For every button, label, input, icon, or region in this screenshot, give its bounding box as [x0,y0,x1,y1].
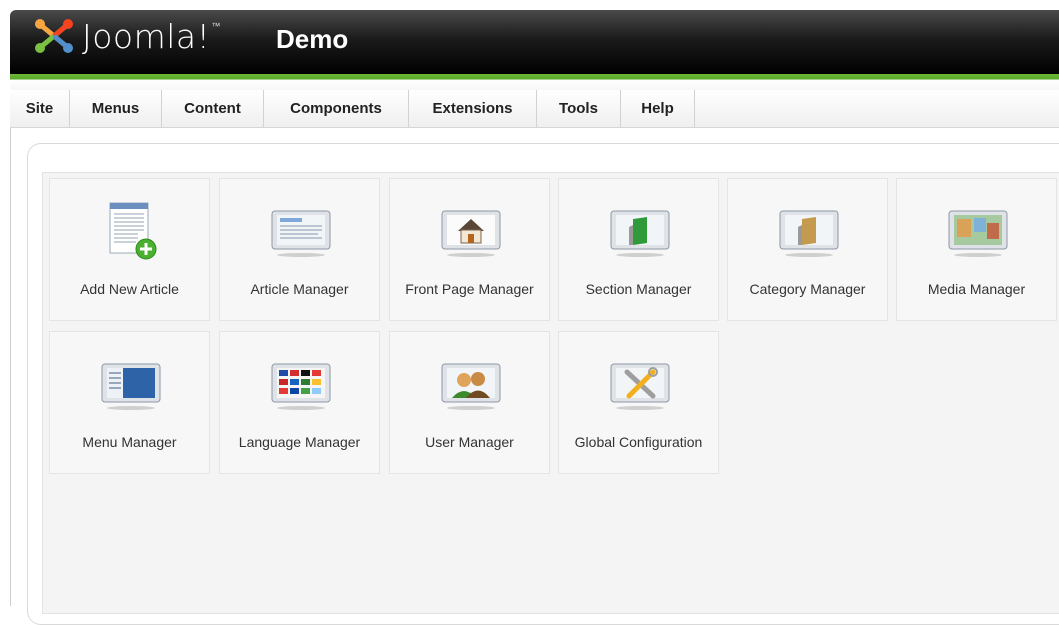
tile-label: Language Manager [238,434,361,450]
tile-label: Media Manager [927,281,1026,297]
tile-category-manager[interactable]: Category Manager [727,178,888,321]
menu-tools[interactable]: Tools [537,90,621,127]
joomla-logo-icon [35,19,73,53]
menu-site[interactable]: Site [10,90,70,127]
control-panel: Add New Article Article Manager Front Pa… [42,172,1059,614]
tile-label: Add New Article [80,281,179,297]
page-left-border [10,127,11,606]
tile-language-manager[interactable]: Language Manager [219,331,380,474]
tile-add-new-article[interactable]: Add New Article [49,178,210,321]
tile-label: Global Configuration [574,434,703,450]
users-icon [441,363,501,410]
tile-label: Front Page Manager [405,281,534,297]
flags-icon [271,363,331,410]
joomla-logo[interactable]: Joomla! ™ [32,16,220,56]
tile-menu-manager[interactable]: Menu Manager [49,331,210,474]
menu-components[interactable]: Components [264,90,409,127]
tile-section-manager[interactable]: Section Manager [558,178,719,321]
tools-icon [610,363,670,410]
logo-wordmark: Joomla! [82,16,211,56]
menu-content[interactable]: Content [162,90,264,127]
tile-label: Section Manager [585,281,692,297]
house-icon [441,210,501,257]
site-title: Demo [276,24,349,54]
tile-label: Menu Manager [82,434,177,450]
tile-article-manager[interactable]: Article Manager [219,178,380,321]
green-divider [10,74,1059,90]
menu-extensions[interactable]: Extensions [409,90,537,127]
green-folder-icon [610,210,670,257]
menu-help[interactable]: Help [621,90,695,127]
header-bar: Joomla! ™ Demo [10,10,1059,74]
tile-front-page-manager[interactable]: Front Page Manager [389,178,550,321]
media-icon [948,210,1008,257]
tile-user-manager[interactable]: User Manager [389,331,550,474]
main-menu: Site Menus Content Components Extensions… [10,90,1059,128]
tile-media-manager[interactable]: Media Manager [896,178,1057,321]
tile-label: Article Manager [250,281,349,297]
tile-label: Category Manager [749,281,866,297]
tile-global-configuration[interactable]: Global Configuration [558,331,719,474]
article-manager-icon [271,210,331,257]
add-article-icon [109,202,157,260]
tile-label: User Manager [425,434,514,450]
menu-icon [101,363,161,410]
logo-trademark: ™ [211,21,221,31]
brown-folder-icon [779,210,839,257]
menu-menus[interactable]: Menus [70,90,162,127]
